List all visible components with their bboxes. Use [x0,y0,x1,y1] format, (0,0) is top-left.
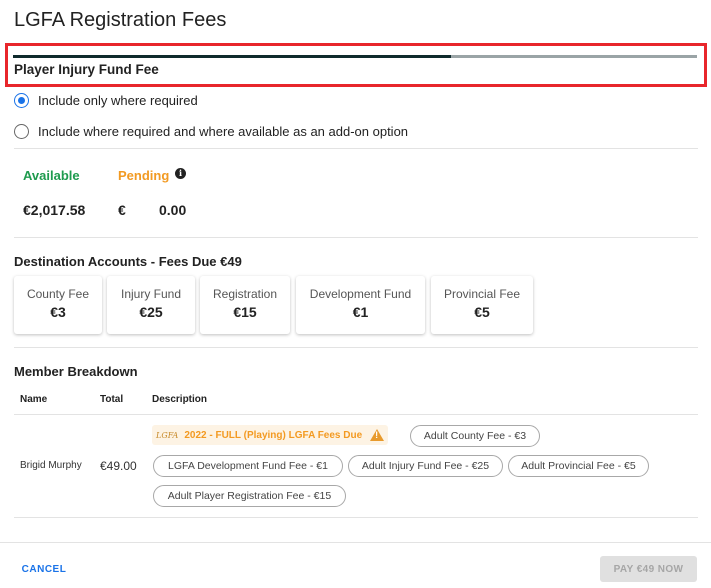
available-label: Available [23,168,80,183]
fee-card-registration: Registration €15 [200,276,290,334]
section-heading: Player Injury Fund Fee [14,62,159,77]
fee-card-label: Provincial Fee [443,287,521,301]
fee-chip: LGFA Development Fund Fee - €1 [153,455,343,477]
fee-card-amount: €3 [50,304,66,320]
info-icon[interactable]: i [175,168,186,179]
column-header-description: Description [152,394,208,405]
fees-due-label: 2022 - FULL (Playing) LGFA Fees Due [184,429,363,441]
available-value: €2,017.58 [23,202,86,218]
divider [14,148,698,149]
member-breakdown-heading: Member Breakdown [14,364,138,379]
fee-card-provincial: Provincial Fee €5 [431,276,533,334]
fee-card-injury: Injury Fund €25 [107,276,195,334]
pending-value: 0.00 [159,202,187,218]
progress-fill [13,55,451,58]
member-name: Brigid Murphy [20,460,82,471]
fees-due-badge: LGFA 2022 - FULL (Playing) LGFA Fees Due [152,425,389,445]
lgfa-logo: LGFA [156,430,179,440]
option-include-addon[interactable]: Include where required and where availab… [14,124,408,139]
fee-chip: Adult Injury Fund Fee - €25 [348,455,503,477]
fee-card-amount: €1 [352,304,369,320]
fee-card-amount: €25 [139,304,163,320]
divider [14,237,698,238]
option-label: Include only where required [38,93,198,108]
pay-now-button[interactable]: PAY €49 NOW [600,556,697,582]
destination-heading: Destination Accounts - Fees Due €49 [14,254,242,269]
radio-selected-icon[interactable] [14,93,29,108]
option-label: Include where required and where availab… [38,124,409,139]
fee-card-label: Development Fund [309,287,412,301]
pending-currency: € [118,202,126,218]
fee-chip: Adult County Fee - €3 [410,425,540,447]
fee-chip: Adult Provincial Fee - €5 [508,455,649,477]
cancel-button[interactable]: CANCEL [14,559,74,579]
divider [14,347,698,348]
footer-divider [0,542,711,543]
fee-chip: Adult Player Registration Fee - €15 [153,485,346,507]
fee-card-label: County Fee [26,287,90,301]
progress-bar [13,55,697,58]
fee-card-label: Injury Fund [120,287,182,301]
fee-card-county: County Fee €3 [14,276,102,334]
divider [14,517,698,518]
pending-label: Pending [118,168,170,183]
table-header-divider [14,414,698,415]
radio-unselected-icon[interactable] [14,124,29,139]
member-total: €49.00 [100,459,137,473]
dialog-title: LGFA Registration Fees [14,9,227,31]
column-header-total: Total [100,394,124,405]
fee-card-label: Registration [212,287,278,301]
fee-card-amount: €15 [233,304,257,320]
fee-card-amount: €5 [474,304,490,320]
option-include-required[interactable]: Include only where required [14,93,198,108]
column-header-name: Name [20,394,48,405]
warning-icon [370,429,385,441]
fee-card-development: Development Fund €1 [296,276,425,334]
